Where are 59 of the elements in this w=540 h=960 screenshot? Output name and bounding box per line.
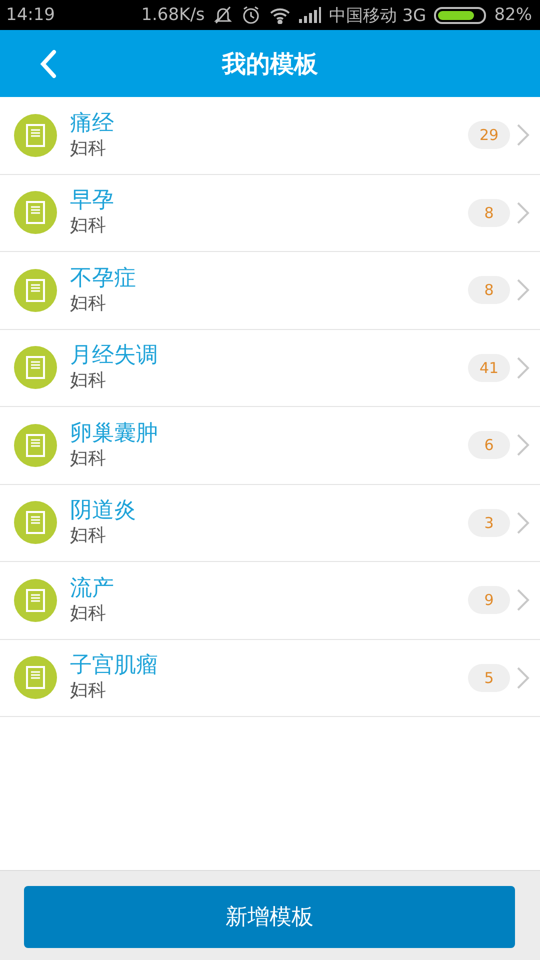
template-category: 妇科 xyxy=(70,525,107,548)
chevron-right-icon xyxy=(516,123,530,148)
signal-icon xyxy=(298,7,321,23)
template-name: 月经失调 xyxy=(70,343,159,370)
carrier-name: 中国移动 3G xyxy=(328,4,426,26)
chevron-right-icon xyxy=(516,278,530,302)
notebook-icon xyxy=(14,501,57,544)
count-badge: 8 xyxy=(468,276,510,304)
notebook-icon xyxy=(14,268,57,312)
template-name: 流产 xyxy=(70,576,115,602)
template-category: 妇科 xyxy=(70,602,107,625)
template-row[interactable]: 月经失调 妇科 41 xyxy=(0,330,540,407)
notebook-icon xyxy=(14,114,57,157)
template-row[interactable]: 痛经 妇科 29 xyxy=(0,97,540,174)
template-name: 子宫肌瘤 xyxy=(70,653,159,680)
page-title: 我的模板 xyxy=(222,48,318,80)
count-badge: 41 xyxy=(468,354,510,382)
add-template-button[interactable]: 新增模板 xyxy=(24,886,515,948)
template-row[interactable]: 子宫肌瘤 妇科 5 xyxy=(0,640,540,717)
template-name: 卵巢囊肿 xyxy=(70,420,159,447)
template-category: 妇科 xyxy=(70,448,107,470)
alarm-clock-icon xyxy=(240,5,261,25)
notebook-icon xyxy=(14,424,57,467)
count-badge: 3 xyxy=(468,508,510,537)
count-badge: 8 xyxy=(468,198,510,227)
template-name: 不孕症 xyxy=(70,266,137,292)
chevron-right-icon xyxy=(516,588,530,612)
chevron-right-icon xyxy=(516,200,530,225)
wifi-icon xyxy=(268,6,291,24)
template-row[interactable]: 阴道炎 妇科 3 xyxy=(0,484,540,562)
template-row[interactable]: 不孕症 妇科 8 xyxy=(0,252,540,330)
template-name: 阴道炎 xyxy=(70,498,137,524)
template-category: 妇科 xyxy=(70,292,107,315)
battery-icon xyxy=(434,6,486,24)
chevron-right-icon xyxy=(516,510,530,535)
template-row[interactable]: 卵巢囊肿 妇科 6 xyxy=(0,407,540,484)
template-name: 早孕 xyxy=(70,188,115,214)
notebook-icon xyxy=(14,578,57,622)
notebook-icon xyxy=(14,191,57,234)
notebook-icon xyxy=(14,656,57,700)
template-category: 妇科 xyxy=(70,138,107,160)
count-badge: 9 xyxy=(468,586,510,614)
template-category: 妇科 xyxy=(70,370,107,392)
template-category: 妇科 xyxy=(70,215,107,238)
template-row[interactable]: 流产 妇科 9 xyxy=(0,562,540,640)
template-category: 妇科 xyxy=(70,680,107,702)
notebook-icon xyxy=(14,346,57,390)
battery-percent: 82% xyxy=(494,5,532,25)
network-speed: 1.68K/s xyxy=(141,5,205,25)
template-name: 痛经 xyxy=(70,110,115,137)
chevron-right-icon xyxy=(516,356,530,380)
count-badge: 5 xyxy=(468,664,510,692)
count-badge: 29 xyxy=(468,121,510,150)
clock-time: 14:19 xyxy=(6,5,55,25)
chevron-right-icon xyxy=(516,666,530,690)
template-row[interactable]: 早孕 妇科 8 xyxy=(0,174,540,252)
count-badge: 6 xyxy=(468,431,510,460)
chevron-right-icon xyxy=(516,433,530,458)
muted-bell-icon xyxy=(212,5,233,25)
